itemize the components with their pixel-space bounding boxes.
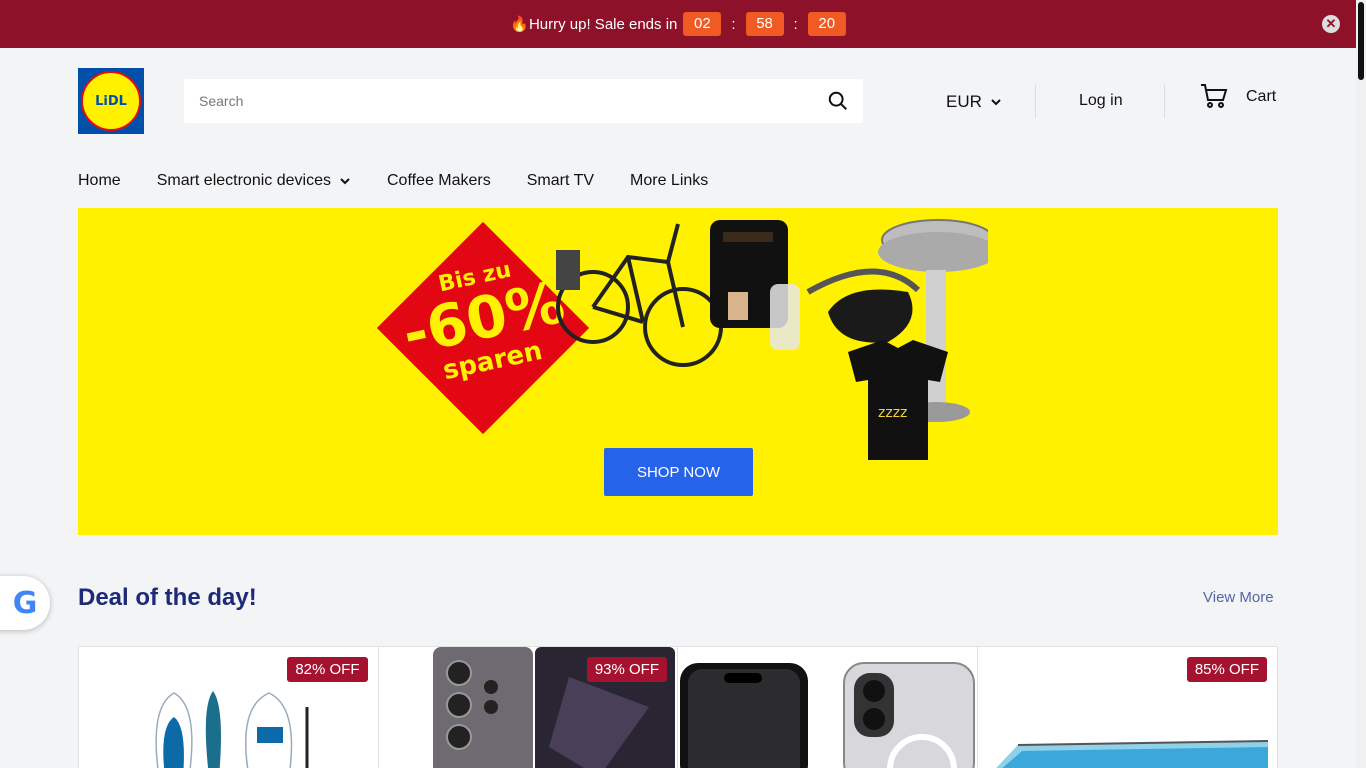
product-card[interactable]: 93% OFF bbox=[378, 647, 678, 768]
scrollbar-thumb[interactable] bbox=[1358, 2, 1364, 80]
google-icon: G bbox=[12, 585, 38, 621]
discount-badge: 82% OFF bbox=[287, 657, 368, 682]
belt-bag-image bbox=[828, 289, 913, 343]
nav-item-more-links[interactable]: More Links bbox=[630, 172, 708, 190]
svg-text:zzzz: zzzz bbox=[878, 405, 907, 421]
product-card[interactable]: 85% OFF bbox=[977, 647, 1277, 768]
logo-circle: LiDL bbox=[81, 71, 141, 131]
pool-image bbox=[995, 740, 1268, 768]
announcement-bar: 🔥Hurry up! Sale ends in 02 : 58 : 20 ✕ bbox=[0, 0, 1356, 48]
header-divider bbox=[1035, 84, 1036, 118]
ebike-image bbox=[556, 223, 723, 367]
discount-badge: 93% OFF bbox=[586, 657, 667, 682]
nav-item-smart-tv[interactable]: Smart TV bbox=[527, 172, 594, 190]
close-icon: ✕ bbox=[1325, 16, 1337, 31]
hero-banner[interactable]: Bis zu -60% sparen zzzz SHOP NOW bbox=[78, 208, 1278, 535]
search-bar bbox=[184, 79, 863, 123]
nav-item-smart-electronic-devices[interactable]: Smart electronic devices bbox=[157, 172, 351, 190]
nav-item-home[interactable]: Home bbox=[78, 172, 121, 190]
page-scrollbar[interactable] bbox=[1356, 0, 1366, 768]
main-nav: Home Smart electronic devices Coffee Mak… bbox=[78, 172, 744, 190]
countdown-seconds: 20 bbox=[807, 12, 846, 36]
nav-item-coffee-makers[interactable]: Coffee Makers bbox=[387, 172, 491, 190]
product-card[interactable]: 82% OFF bbox=[79, 647, 379, 768]
product-card[interactable] bbox=[678, 647, 978, 768]
chevron-down-icon bbox=[991, 99, 1001, 106]
google-reviews-widget[interactable]: G bbox=[0, 576, 50, 630]
countdown-separator: : bbox=[731, 15, 736, 33]
nav-item-label: Smart TV bbox=[526, 172, 595, 189]
hero-products-image: zzzz bbox=[556, 219, 988, 460]
countdown-separator: : bbox=[793, 15, 798, 33]
view-more-link[interactable]: View More bbox=[1203, 589, 1274, 606]
deal-of-the-day-title: Deal of the day! bbox=[78, 584, 257, 611]
cart-icon bbox=[1201, 84, 1228, 108]
lidl-logo[interactable]: LiDL bbox=[78, 68, 144, 134]
close-announcement-button[interactable]: ✕ bbox=[1322, 15, 1340, 33]
paddle-board-image bbox=[155, 691, 309, 768]
site-header: LiDL EUR Log in Cart Home Smart electron… bbox=[0, 48, 1356, 208]
nav-item-label: Smart electronic devices bbox=[156, 172, 331, 189]
nav-item-label: Home bbox=[78, 172, 121, 189]
cart-button[interactable]: Cart bbox=[1200, 82, 1276, 110]
search-input[interactable] bbox=[184, 93, 804, 109]
countdown-minutes: 58 bbox=[745, 12, 784, 36]
announcement-text: 🔥Hurry up! Sale ends in bbox=[510, 16, 678, 33]
cart-label: Cart bbox=[1246, 88, 1277, 105]
deal-product-list: 82% OFF 93% OFF 85% OFF bbox=[78, 646, 1278, 768]
search-icon[interactable] bbox=[827, 90, 849, 112]
login-link[interactable]: Log in bbox=[1079, 92, 1123, 110]
bike-bag bbox=[556, 250, 580, 290]
chevron-down-icon bbox=[340, 178, 350, 185]
shop-now-button[interactable]: SHOP NOW bbox=[604, 448, 753, 496]
iphone-case-image bbox=[680, 662, 975, 768]
discount-badge: 85% OFF bbox=[1186, 657, 1267, 682]
currency-selector[interactable]: EUR bbox=[946, 92, 1002, 112]
nav-item-label: More Links bbox=[630, 172, 709, 189]
header-divider bbox=[1164, 84, 1165, 118]
currency-label: EUR bbox=[946, 92, 982, 111]
nav-item-label: Coffee Makers bbox=[386, 172, 491, 189]
countdown-hours: 02 bbox=[683, 12, 722, 36]
